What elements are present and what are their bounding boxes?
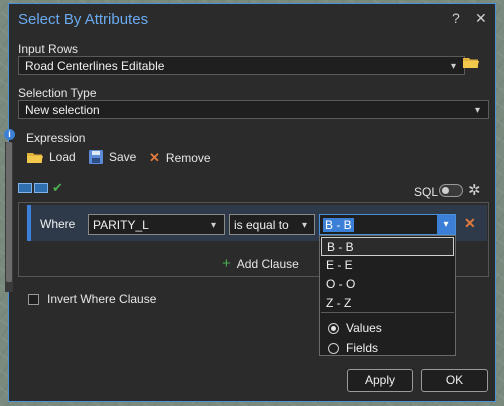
chevron-down-icon[interactable]: ▾ bbox=[437, 215, 455, 234]
field-value: PARITY_L bbox=[93, 218, 149, 232]
load-label: Load bbox=[49, 150, 76, 164]
remove-clause-icon[interactable]: ✕ bbox=[464, 215, 476, 232]
value-option[interactable]: Z - Z bbox=[321, 294, 454, 313]
folder-open-icon bbox=[27, 152, 43, 163]
values-radio[interactable] bbox=[328, 322, 339, 334]
save-icon bbox=[89, 150, 103, 164]
selection-type-dropdown[interactable]: New selection ▾ bbox=[18, 100, 489, 119]
selection-type-value: New selection bbox=[25, 103, 100, 117]
plus-icon: + bbox=[222, 255, 231, 272]
expand-clauses-icon[interactable] bbox=[18, 183, 32, 193]
operator-dropdown[interactable]: is equal to ▾ bbox=[229, 214, 315, 235]
load-button[interactable]: Load bbox=[27, 150, 76, 164]
info-icon[interactable]: i bbox=[4, 129, 15, 140]
field-dropdown[interactable]: PARITY_L ▾ bbox=[88, 214, 225, 235]
values-radio-option[interactable]: Values bbox=[328, 321, 382, 335]
chevron-down-icon: ▾ bbox=[211, 220, 217, 231]
toggle-knob bbox=[442, 187, 449, 194]
title-bar: Select By Attributes ? ✕ bbox=[9, 4, 495, 34]
invert-label: Invert Where Clause bbox=[47, 292, 157, 306]
browse-folder-icon[interactable] bbox=[463, 56, 479, 69]
remove-button[interactable]: ✕ Remove bbox=[149, 150, 211, 166]
expression-label: Expression bbox=[26, 131, 86, 145]
value-option[interactable]: E - E bbox=[321, 256, 454, 275]
input-rows-dropdown[interactable]: Road Centerlines Editable ▾ bbox=[18, 56, 465, 75]
invert-checkbox[interactable] bbox=[28, 293, 39, 305]
sql-toggle[interactable] bbox=[439, 184, 463, 197]
operator-value: is equal to bbox=[234, 218, 289, 232]
value-selected-text[interactable]: B - B bbox=[323, 218, 354, 232]
value-dropdown[interactable]: B - B ▾ bbox=[319, 214, 456, 235]
fields-radio-label: Fields bbox=[346, 341, 379, 355]
remove-label: Remove bbox=[165, 151, 211, 165]
fields-radio-option[interactable]: Fields bbox=[328, 341, 378, 355]
save-button[interactable]: Save bbox=[89, 150, 136, 164]
invert-where-clause[interactable]: Invert Where Clause bbox=[28, 292, 156, 306]
value-dropdown-list: B - B E - E O - O Z - Z Values Fields bbox=[319, 235, 456, 356]
save-label: Save bbox=[109, 150, 137, 164]
dialog-title: Select By Attributes bbox=[18, 11, 149, 28]
input-rows-label: Input Rows bbox=[18, 42, 79, 56]
chevron-down-icon: ▾ bbox=[475, 105, 481, 116]
validate-check-icon[interactable]: ✔ bbox=[52, 180, 63, 196]
input-rows-value: Road Centerlines Editable bbox=[25, 59, 165, 73]
where-label: Where bbox=[40, 217, 76, 231]
chevron-down-icon: ▾ bbox=[451, 61, 457, 72]
popup-divider bbox=[321, 312, 454, 313]
selection-type-label: Selection Type bbox=[18, 86, 97, 100]
collapse-clauses-icon[interactable] bbox=[34, 183, 48, 193]
add-clause-label: Add Clause bbox=[236, 256, 299, 271]
chevron-down-icon: ▾ bbox=[302, 220, 308, 231]
value-option[interactable]: B - B bbox=[321, 237, 454, 256]
add-clause-button[interactable]: + Add Clause bbox=[222, 255, 299, 272]
value-option[interactable]: O - O bbox=[321, 275, 454, 294]
help-icon[interactable]: ? bbox=[452, 10, 460, 26]
close-icon[interactable]: ✕ bbox=[475, 10, 487, 27]
values-radio-label: Values bbox=[346, 321, 382, 335]
sql-label: SQL bbox=[414, 185, 439, 199]
fields-radio[interactable] bbox=[328, 342, 339, 354]
scrollbar-thumb[interactable] bbox=[6, 142, 12, 282]
gear-icon[interactable]: ✲ bbox=[468, 181, 481, 199]
apply-button[interactable]: Apply bbox=[347, 369, 413, 392]
remove-icon: ✕ bbox=[149, 150, 160, 165]
ok-button[interactable]: OK bbox=[421, 369, 488, 392]
